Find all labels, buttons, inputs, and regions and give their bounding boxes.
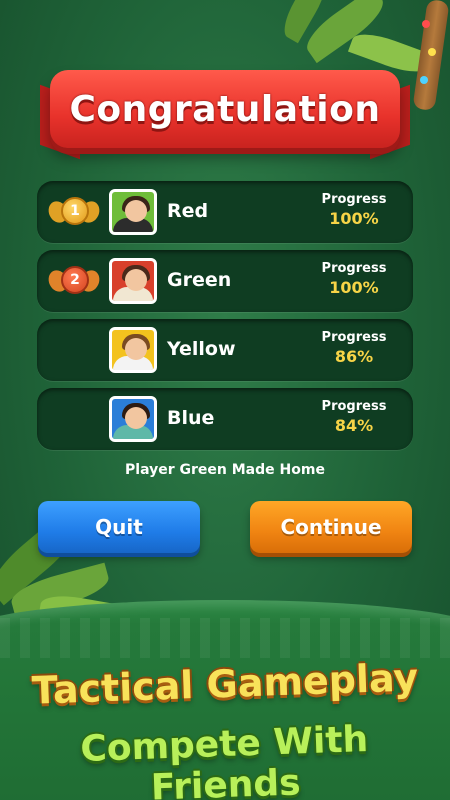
player-name: Yellow	[167, 338, 236, 360]
progress-value: 84%	[334, 416, 374, 435]
rank-number: 2	[61, 266, 89, 294]
continue-button[interactable]: Continue	[250, 501, 412, 553]
progress-label: Progress	[321, 399, 387, 414]
player-name: Red	[167, 200, 209, 222]
status-message: Player Green Made Home	[125, 462, 325, 478]
quit-button[interactable]: Quit	[38, 501, 200, 553]
leaderboard-row: Blue Progress 84%	[37, 388, 413, 450]
banner-title: Congratulation	[69, 88, 381, 130]
avatar-blue	[109, 396, 157, 442]
fairy-light-icon	[422, 20, 430, 28]
player-name: Blue	[167, 407, 215, 429]
player-name: Green	[167, 269, 232, 291]
progress-label: Progress	[321, 261, 387, 276]
leaderboard: 1 Red Progress 100% 2 Green Progress 100	[37, 181, 413, 457]
congratulation-banner: Congratulation	[50, 70, 400, 148]
second-place-medal-icon: 2	[45, 264, 103, 298]
tagline-compete: Compete With Friends	[79, 719, 369, 800]
fairy-light-icon	[428, 48, 436, 56]
progress-box: Progress 84%	[319, 399, 389, 435]
progress-box: Progress 86%	[319, 330, 389, 366]
progress-box: Progress 100%	[319, 261, 389, 297]
progress-box: Progress 100%	[319, 192, 389, 228]
progress-value: 100%	[329, 209, 379, 228]
fairy-light-icon	[420, 76, 428, 84]
rank-number: 1	[61, 197, 89, 225]
avatar-green	[109, 258, 157, 304]
leaderboard-row: 1 Red Progress 100%	[37, 181, 413, 243]
gold-medal-icon: 1	[45, 195, 103, 229]
avatar-yellow	[109, 327, 157, 373]
leaderboard-row: Yellow Progress 86%	[37, 319, 413, 381]
progress-label: Progress	[321, 330, 387, 345]
progress-value: 100%	[329, 278, 379, 297]
progress-label: Progress	[321, 192, 387, 207]
progress-value: 86%	[334, 347, 374, 366]
game-scene: Congratulation 1 Red Progress 100% 2 Gre…	[0, 0, 450, 800]
leaderboard-row: 2 Green Progress 100%	[37, 250, 413, 312]
avatar-red	[109, 189, 157, 235]
